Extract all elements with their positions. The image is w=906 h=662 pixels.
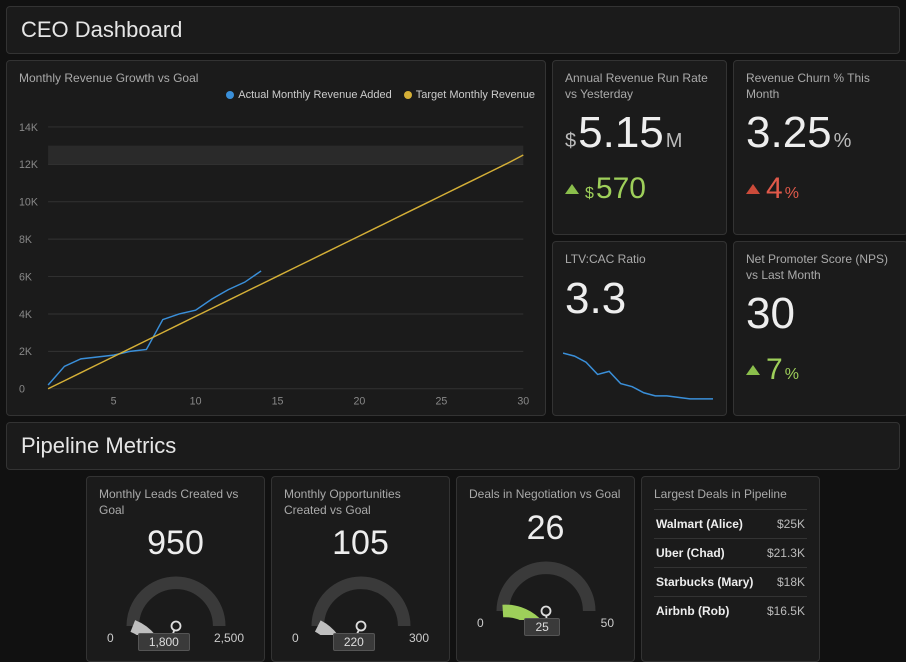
svg-text:15: 15 — [272, 395, 284, 407]
svg-text:5: 5 — [111, 395, 117, 407]
gauge-scale: 0 1,800 2,500 — [99, 631, 252, 651]
gauge-goal-badge: 220 — [333, 633, 375, 651]
kpi-delta: 4 % — [746, 172, 895, 206]
deal-value: $16.5K — [767, 604, 805, 618]
arrow-up-icon — [746, 184, 760, 194]
kpi-number: 5.15 — [578, 108, 664, 158]
kpi-grid: Monthly Revenue Growth vs Goal Actual Mo… — [6, 60, 900, 416]
kpi-value: $ 5.15 M — [565, 108, 714, 158]
svg-text:10K: 10K — [19, 196, 38, 208]
svg-text:14K: 14K — [19, 121, 38, 133]
chart-title: Monthly Revenue Growth vs Goal — [19, 71, 533, 87]
gauge-title: Deals in Negotiation vs Goal — [469, 487, 622, 503]
delta-suffix: % — [785, 185, 799, 203]
sparkline-chart — [563, 350, 713, 405]
opps-gauge-card: Monthly Opportunities Created vs Goal 10… — [271, 476, 450, 662]
gauge-chart — [291, 563, 431, 635]
delta-value: 7 — [766, 353, 783, 387]
kpi-suffix: M — [666, 130, 683, 153]
gauge-goal-badge: 1,800 — [138, 633, 190, 651]
svg-text:12K: 12K — [19, 159, 38, 171]
gauge-max: 2,500 — [214, 631, 244, 651]
gauge-value: 26 — [469, 509, 622, 548]
gauge-title: Monthly Leads Created vs Goal — [99, 487, 252, 518]
gauge-min: 0 — [477, 616, 484, 636]
gauge-goal-badge: 25 — [524, 618, 559, 636]
kpi-value: 3.3 — [565, 274, 714, 324]
delta-value: 4 — [766, 172, 783, 206]
delta-prefix: $ — [585, 185, 594, 203]
table-row: Airbnb (Rob) $16.5K — [654, 596, 807, 625]
gauge-chart — [106, 563, 246, 635]
revenue-growth-chart-card: Monthly Revenue Growth vs Goal Actual Mo… — [6, 60, 546, 416]
leads-gauge-card: Monthly Leads Created vs Goal 950 0 1,80… — [86, 476, 265, 662]
line-chart: 0 2K 4K 6K 8K 10K 12K 14K 5 10 15 20 25 30 — [19, 93, 533, 413]
churn-card: Revenue Churn % This Month 3.25 % 4 % — [733, 60, 906, 235]
kpi-delta: 7 % — [746, 353, 895, 387]
deal-name: Airbnb (Rob) — [656, 604, 729, 618]
deal-name: Uber (Chad) — [656, 546, 725, 560]
arrow-up-icon — [565, 184, 579, 194]
kpi-value: 30 — [746, 289, 895, 339]
gauge-value: 950 — [99, 524, 252, 563]
section-header-pipeline: Pipeline Metrics — [6, 422, 900, 470]
kpi-title: LTV:CAC Ratio — [565, 252, 714, 268]
kpi-prefix: $ — [565, 130, 576, 153]
deals-table: Walmart (Alice) $25K Uber (Chad) $21.3K Star… — [654, 509, 807, 625]
kpi-number: 3.3 — [565, 274, 626, 324]
gauge-value: 105 — [284, 524, 437, 563]
delta-value: 570 — [596, 172, 646, 206]
table-row: Walmart (Alice) $25K — [654, 509, 807, 538]
table-row: Uber (Chad) $21.3K — [654, 538, 807, 567]
svg-text:0: 0 — [19, 383, 25, 395]
kpi-delta: $ 570 — [565, 172, 714, 206]
svg-text:30: 30 — [517, 395, 529, 407]
deals-gauge-card: Deals in Negotiation vs Goal 26 0 25 50 — [456, 476, 635, 662]
svg-text:25: 25 — [435, 395, 447, 407]
deal-name: Walmart (Alice) — [656, 517, 743, 531]
deals-table-card: Largest Deals in Pipeline Walmart (Alice… — [641, 476, 820, 662]
ltvcac-card: LTV:CAC Ratio 3.3 — [552, 241, 727, 416]
svg-text:20: 20 — [354, 395, 366, 407]
nps-card: Net Promoter Score (NPS) vs Last Month 3… — [733, 241, 906, 416]
delta-suffix: % — [785, 366, 799, 384]
deal-value: $25K — [777, 517, 805, 531]
kpi-title: Net Promoter Score (NPS) vs Last Month — [746, 252, 895, 283]
kpi-title: Revenue Churn % This Month — [746, 71, 895, 102]
gauge-max: 50 — [601, 616, 614, 636]
table-title: Largest Deals in Pipeline — [654, 487, 807, 503]
gauge-max: 300 — [409, 631, 429, 651]
deal-value: $21.3K — [767, 546, 805, 560]
pipeline-grid: Monthly Leads Created vs Goal 950 0 1,80… — [6, 476, 900, 662]
kpi-value: 3.25 % — [746, 108, 895, 158]
gauge-scale: 0 220 300 — [284, 631, 437, 651]
svg-text:8K: 8K — [19, 234, 32, 246]
deal-name: Starbucks (Mary) — [656, 575, 753, 589]
kpi-number: 30 — [746, 289, 795, 339]
gauge-scale: 0 25 50 — [469, 616, 622, 636]
kpi-suffix: % — [834, 130, 852, 153]
svg-text:10: 10 — [190, 395, 202, 407]
gauge-min: 0 — [107, 631, 114, 651]
arr-card: Annual Revenue Run Rate vs Yesterday $ 5… — [552, 60, 727, 235]
kpi-number: 3.25 — [746, 108, 832, 158]
section-header-ceo: CEO Dashboard — [6, 6, 900, 54]
gauge-min: 0 — [292, 631, 299, 651]
svg-text:6K: 6K — [19, 271, 32, 283]
table-row: Starbucks (Mary) $18K — [654, 567, 807, 596]
gauge-title: Monthly Opportunities Created vs Goal — [284, 487, 437, 518]
arrow-up-icon — [746, 365, 760, 375]
svg-text:2K: 2K — [19, 346, 32, 358]
svg-text:4K: 4K — [19, 308, 32, 320]
deal-value: $18K — [777, 575, 805, 589]
kpi-title: Annual Revenue Run Rate vs Yesterday — [565, 71, 714, 102]
gauge-chart — [476, 548, 616, 620]
